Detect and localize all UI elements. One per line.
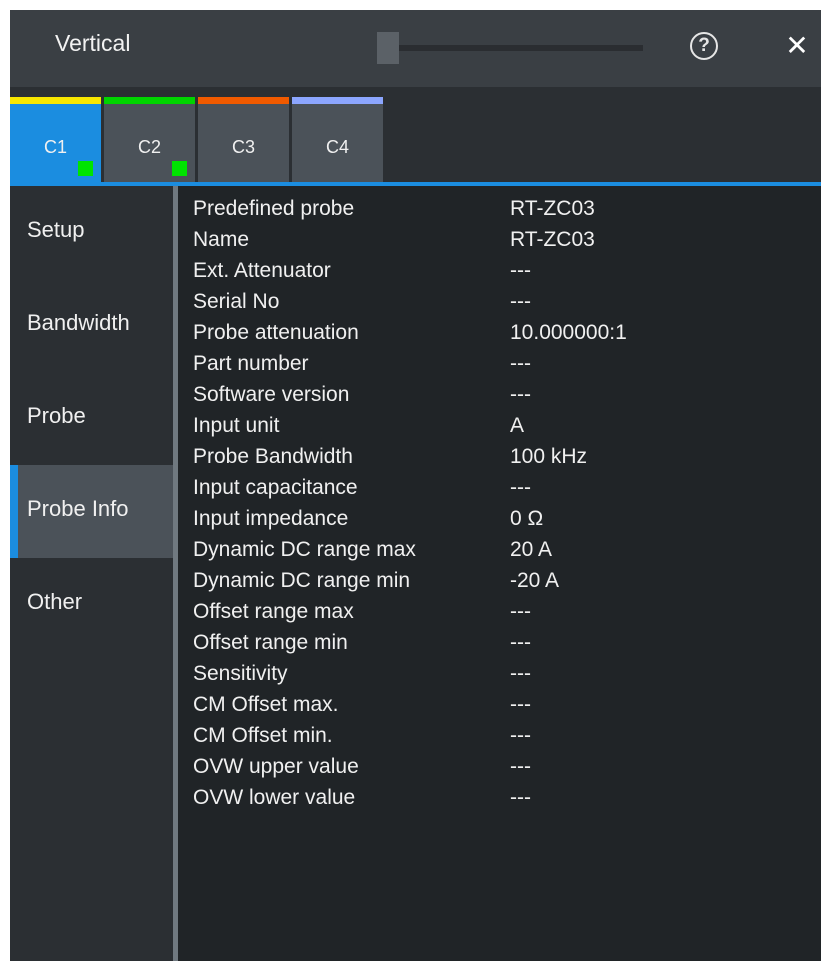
sidebar-item-label: Probe Info [27,496,129,521]
tab-color-bar [10,97,101,104]
info-value: A [510,414,525,437]
sidebar-item-probe[interactable]: Probe [10,372,173,465]
info-value: 20 A [510,538,553,561]
info-row: Probe attenuation 10.000000:1 [178,319,821,350]
info-label: Probe attenuation [193,321,359,344]
sidebar-item-bandwidth[interactable]: Bandwidth [10,279,173,372]
info-label: Software version [193,383,350,406]
info-row: Predefined probe RT-ZC03 [178,195,821,226]
help-icon[interactable]: ? [690,32,718,60]
info-row: Part number --- [178,350,821,381]
info-label: Serial No [193,290,280,313]
info-row: Offset range min --- [178,629,821,660]
info-value: 0 Ω [510,507,544,530]
tab-c3[interactable]: C3 [198,97,289,182]
info-row: Sensitivity --- [178,660,821,691]
tab-color-bar [292,97,383,104]
info-value: --- [510,724,531,747]
info-value: --- [510,662,531,685]
tab-color-bar [104,97,195,104]
info-row: Name RT-ZC03 [178,226,821,257]
info-label: Predefined probe [193,197,355,220]
info-row: Probe Bandwidth 100 kHz [178,443,821,474]
info-label: Input capacitance [193,476,358,499]
info-row: CM Offset min. --- [178,722,821,753]
sidebar-item-label: Bandwidth [27,310,130,335]
info-value: --- [510,259,531,282]
info-label: Dynamic DC range min [193,569,411,592]
channel-on-indicator [172,161,187,176]
info-label: OVW upper value [193,755,359,778]
vertical-dialog: Vertical ? ✕ C1 C2 C3 C4 Setup Bandwidth… [10,10,821,961]
info-value: --- [510,352,531,375]
sidebar-item-label: Probe [27,403,86,428]
info-value: 100 kHz [510,445,588,468]
info-row: CM Offset max. --- [178,691,821,722]
info-row: Offset range max --- [178,598,821,629]
info-label: Part number [193,352,309,375]
info-row: OVW lower value --- [178,784,821,815]
info-row: Dynamic DC range min -20 A [178,567,821,598]
info-row: Dynamic DC range max 20 A [178,536,821,567]
sidebar-item-label: Other [27,589,83,614]
info-label: Input unit [193,414,280,437]
info-label: CM Offset max. [193,693,339,716]
info-value: --- [510,786,531,809]
info-value: 10.000000:1 [510,321,627,344]
info-row: Ext. Attenuator --- [178,257,821,288]
info-value: --- [510,631,531,654]
channel-on-indicator [78,161,93,176]
info-label: OVW lower value [193,786,356,809]
info-row: Input capacitance --- [178,474,821,505]
info-value: --- [510,600,531,623]
info-row: Serial No --- [178,288,821,319]
info-value: --- [510,290,531,313]
info-label: Sensitivity [193,662,288,685]
tab-c2[interactable]: C2 [104,97,195,182]
close-icon[interactable]: ✕ [782,28,812,62]
tab-label: C1 [43,137,67,157]
probe-info-panel: Predefined probe RT-ZC03 Name RT-ZC03 Ex… [178,186,821,961]
sidebar-item-label: Setup [27,217,85,242]
info-label: CM Offset min. [193,724,333,747]
transparency-slider-track[interactable] [397,45,643,51]
tab-label: C2 [137,137,161,157]
info-value: RT-ZC03 [510,197,595,220]
dialog-title: Vertical [55,30,131,56]
info-row: Input impedance 0 Ω [178,505,821,536]
info-row: Software version --- [178,381,821,412]
info-label: Offset range min [193,631,348,654]
info-value: --- [510,383,531,406]
info-row: Input unit A [178,412,821,443]
channel-tab-bar: C1 C2 C3 C4 [10,87,821,186]
info-row: OVW upper value --- [178,753,821,784]
title-bar: Vertical ? ✕ [10,10,821,87]
info-value: --- [510,693,531,716]
info-label: Dynamic DC range max [193,538,416,561]
info-value: --- [510,476,531,499]
info-label: Ext. Attenuator [193,259,331,282]
sidebar: Setup Bandwidth Probe Probe Info Other [10,186,173,961]
info-value: RT-ZC03 [510,228,595,251]
info-label: Probe Bandwidth [193,445,353,468]
info-label: Name [193,228,250,251]
tab-c4[interactable]: C4 [292,97,383,182]
info-label: Offset range max [193,600,354,623]
sidebar-item-other[interactable]: Other [10,558,173,651]
info-label: Input impedance [193,507,349,530]
tab-label: C4 [325,137,349,157]
tab-color-bar [198,97,289,104]
info-value: --- [510,755,531,778]
tab-label: C3 [231,137,255,157]
tab-c1[interactable]: C1 [10,97,101,182]
info-value: -20 A [510,569,560,592]
sidebar-item-setup[interactable]: Setup [10,186,173,279]
sidebar-item-probe-info[interactable]: Probe Info [10,465,173,558]
transparency-slider-handle[interactable] [377,32,399,64]
